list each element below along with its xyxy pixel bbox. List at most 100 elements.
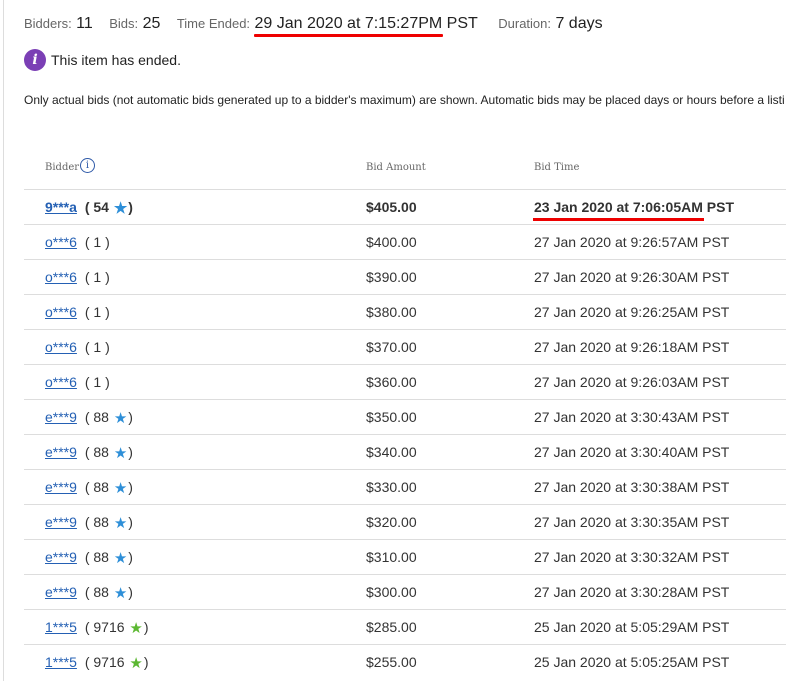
feedback-score: ( 88 ★) [84,514,133,531]
bid-time-datetime: 25 Jan 2020 at 5:05:29AM [534,619,699,635]
feedback-open: ( [84,619,90,635]
feedback-close: ) [128,584,133,600]
bidder-link[interactable]: 9***a [45,199,77,215]
bidder-cell: e***9 ( 88 ★) [45,400,133,435]
bidder-link[interactable]: 1***5 [45,619,77,635]
bid-time-tz: PST [702,304,730,320]
feedback-star-icon: ★ [129,655,143,672]
bidder-cell: o***6 ( 1 ) [45,260,110,295]
bid-time-datetime: 27 Jan 2020 at 9:26:57AM [534,234,699,250]
bid-amount: $310.00 [366,549,417,565]
duration-label: Duration: [498,16,551,31]
feedback-close: ) [105,234,110,250]
bid-amount: $390.00 [366,269,417,285]
bidder-link[interactable]: e***9 [45,584,77,600]
feedback-star-icon: ★ [113,585,128,602]
feedback-close: ) [105,269,110,285]
bid-time-datetime: 27 Jan 2020 at 9:26:25AM [534,304,699,320]
bidder-link[interactable]: o***6 [45,374,77,390]
bid-table-header: Bidder i Bid Amount Bid Time [24,156,786,189]
bid-amount: $405.00 [366,199,417,215]
bidder-link[interactable]: e***9 [45,514,77,530]
bidder-link[interactable]: e***9 [45,479,77,495]
feedback-score: ( 1 ) [85,374,110,390]
feedback-count: 88 [93,549,109,565]
bid-time-datetime: 25 Jan 2020 at 5:05:25AM [534,654,699,670]
bid-time: 27 Jan 2020 at 3:30:28AM PST [534,575,729,610]
feedback-close: ) [105,374,110,390]
bid-time: 27 Jan 2020 at 3:30:40AM PST [534,435,729,470]
bidder-link[interactable]: e***9 [45,444,77,460]
bidder-link[interactable]: 1***5 [45,654,77,670]
bidder-link[interactable]: o***6 [45,304,77,320]
feedback-score: ( 9716 ★) [85,654,149,672]
bidder-link[interactable]: o***6 [45,339,77,355]
bid-time-tz: PST [702,409,730,425]
table-row: e***9 ( 88 ★) $320.00 27 Jan 2020 at 3:3… [24,504,786,539]
feedback-count: 88 [93,444,109,460]
bidder-link[interactable]: e***9 [45,549,77,565]
bidder-cell: e***9 ( 88 ★) [45,435,133,470]
bidder-info-icon[interactable]: i [80,158,95,173]
feedback-open: ( [84,339,90,355]
bid-time: 27 Jan 2020 at 3:30:32AM PST [534,540,729,575]
feedback-score: ( 9716 ★) [84,619,149,636]
bid-time-tz: PST [702,269,730,285]
table-row: 1***5 ( 9716 ★) $255.00 25 Jan 2020 at 5… [24,644,786,679]
feedback-score: ( 54 ★) [84,199,133,216]
bidder-link[interactable]: o***6 [45,234,77,250]
bidder-cell: o***6 ( 1 ) [45,365,110,400]
bid-amount: $400.00 [366,234,417,250]
feedback-close: ) [128,409,133,425]
bid-time: 27 Jan 2020 at 3:30:38AM PST [534,470,729,505]
bidder-cell: o***6 ( 1 ) [45,295,110,330]
bid-time: 27 Jan 2020 at 3:30:43AM PST [534,400,729,435]
feedback-count: 88 [93,514,109,530]
table-row: o***6 ( 1 ) $380.00 27 Jan 2020 at 9:26:… [24,294,786,329]
table-row: 1***5 ( 9716 ★) $285.00 25 Jan 2020 at 5… [24,609,786,644]
feedback-open: ( [84,304,90,320]
feedback-score: ( 88 ★) [85,409,133,427]
bid-time-datetime: 27 Jan 2020 at 3:30:32AM [534,549,699,565]
feedback-close: ) [143,619,149,635]
feedback-star-icon: ★ [113,410,128,427]
feedback-open: ( [84,199,90,215]
feedback-close: ) [143,654,149,670]
bid-amount: $350.00 [366,409,417,425]
table-row: e***9 ( 88 ★) $340.00 27 Jan 2020 at 3:3… [24,434,786,469]
bid-time-tz: PST [702,339,730,355]
bid-time-datetime: 27 Jan 2020 at 9:26:03AM [534,374,699,390]
feedback-score: ( 1 ) [85,269,110,285]
feedback-open: ( [84,584,90,600]
bidder-cell: 9***a ( 54 ★) [45,190,133,225]
bid-amount: $380.00 [366,304,417,320]
item-ended-notice: i This item has ended. [24,48,181,72]
bidder-link[interactable]: o***6 [45,269,77,285]
column-header-bid-amount: Bid Amount [366,162,426,173]
table-row: 9***a ( 54 ★) $405.00 23 Jan 2020 at 7:0… [24,189,786,224]
duration-value: 7 days [555,15,603,32]
table-row: o***6 ( 1 ) $370.00 27 Jan 2020 at 9:26:… [24,329,786,364]
item-ended-message: This item has ended. [51,52,181,68]
bid-amount: $320.00 [366,514,417,530]
time-ended: Time Ended: 29 Jan 2020 at 7:15:27PM PST [177,15,478,37]
feedback-open: ( [84,444,90,460]
bid-time: 25 Jan 2020 at 5:05:25AM PST [534,645,729,680]
bid-amount: $340.00 [366,444,417,460]
bid-time: 27 Jan 2020 at 9:26:25AM PST [534,295,729,330]
bid-amount: $285.00 [366,619,417,635]
bidder-link[interactable]: e***9 [45,409,77,425]
feedback-count: 1 [93,304,102,320]
bidder-cell: o***6 ( 1 ) [45,225,110,260]
feedback-open: ( [84,514,90,530]
bidder-cell: e***9 ( 88 ★) [45,540,133,575]
table-row: e***9 ( 88 ★) $310.00 27 Jan 2020 at 3:3… [24,539,786,574]
time-ended-datetime: 29 Jan 2020 at 7:15:27PM [254,15,443,32]
feedback-open: ( [84,269,90,285]
bidder-cell: 1***5 ( 9716 ★) [45,645,149,680]
feedback-score: ( 1 ) [85,304,110,320]
feedback-score: ( 88 ★) [84,444,133,461]
table-row: e***9 ( 88 ★) $330.00 27 Jan 2020 at 3:3… [24,469,786,504]
feedback-open: ( [84,549,90,565]
bidders-value: 11 [76,15,93,32]
